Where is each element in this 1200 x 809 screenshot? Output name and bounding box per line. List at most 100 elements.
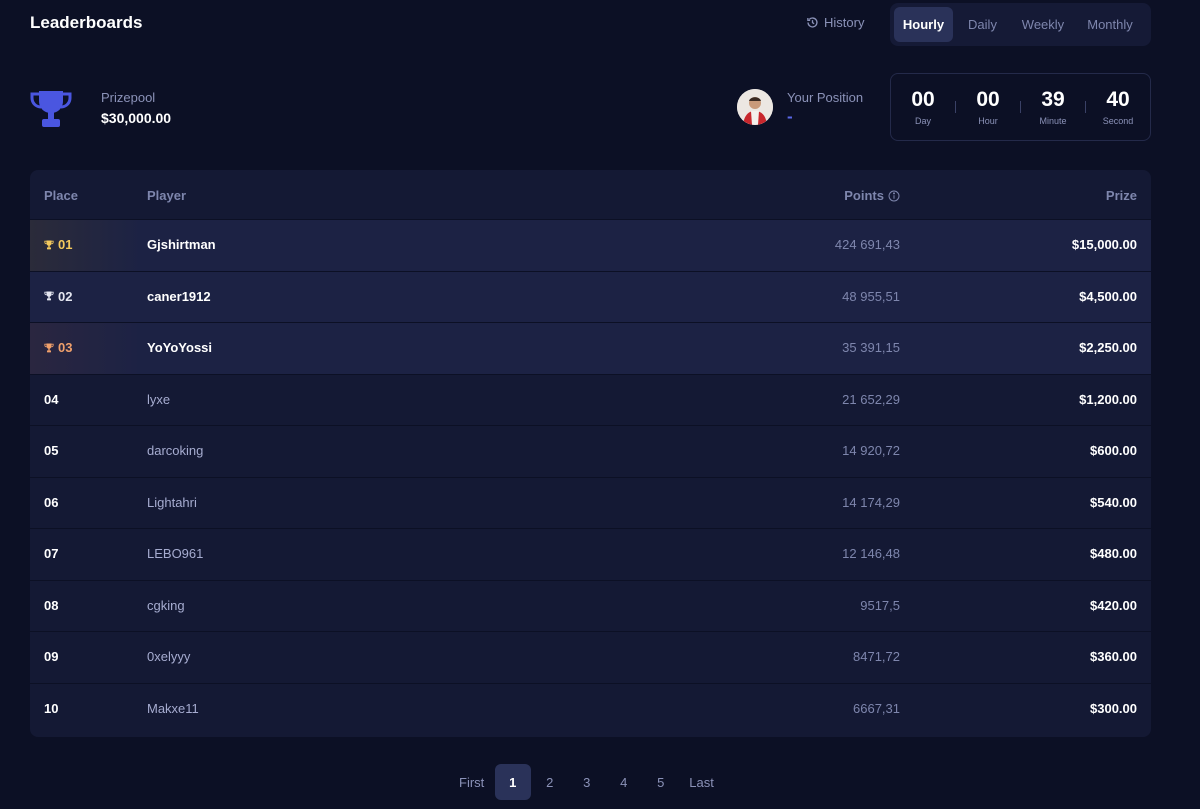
tab-hourly[interactable]: Hourly <box>894 7 953 42</box>
page-4-button[interactable]: 4 <box>606 764 642 800</box>
row-prize: $600.00 <box>1090 443 1137 458</box>
row-points: 14 920,72 <box>842 443 900 458</box>
row-prize: $2,250.00 <box>1079 340 1137 355</box>
row-place: 02 <box>44 289 72 304</box>
page-first-button[interactable]: First <box>449 764 494 800</box>
table-header: Place Player Points Prize <box>30 170 1151 220</box>
table-row[interactable]: 06 Lightahri 14 174,29 $540.00 <box>30 478 1151 529</box>
row-place: 01 <box>44 237 72 252</box>
row-player[interactable]: Gjshirtman <box>147 237 216 252</box>
table-row[interactable]: 07 LEBO961 12 146,48 $480.00 <box>30 529 1151 581</box>
row-player[interactable]: YoYoYossi <box>147 340 212 355</box>
row-place: 10 <box>44 701 58 716</box>
row-place: 07 <box>44 546 58 561</box>
avatar-image <box>737 89 773 125</box>
page-5-button[interactable]: 5 <box>643 764 679 800</box>
countdown-hour: 00 Hour <box>956 74 1020 126</box>
tab-monthly[interactable]: Monthly <box>1074 7 1146 42</box>
row-place-value: 10 <box>44 700 59 716</box>
row-prize: $540.00 <box>1090 494 1137 510</box>
row-points: 9517,5 <box>860 597 900 613</box>
row-place-value: 03 <box>58 340 73 355</box>
your-position-label: Your Position <box>787 90 864 105</box>
row-player[interactable]: cgking <box>147 598 185 613</box>
row-player[interactable]: Makxe11 <box>147 701 199 716</box>
tab-daily[interactable]: Daily <box>953 7 1012 42</box>
countdown-second: 40 Second <box>1086 74 1150 126</box>
table-row[interactable]: 10 Makxe11 6667,31 $300.00 <box>30 684 1151 736</box>
row-prize: $420.00 <box>1090 597 1137 613</box>
row-place: 04 <box>44 392 58 407</box>
countdown-minute-label: Minute <box>1039 116 1067 126</box>
table-row[interactable]: 03 YoYoYossi 35 391,15 $2,250.00 <box>30 323 1151 375</box>
header-prize: Prize <box>1105 188 1137 203</box>
row-place: 09 <box>44 649 58 664</box>
page-title: Leaderboards <box>30 13 143 32</box>
row-prize: $4,500.00 <box>1079 288 1137 304</box>
row-points: 424 691,43 <box>834 237 900 252</box>
your-position-value: - <box>787 107 793 126</box>
history-label: History <box>824 15 865 30</box>
countdown-minute: 39 Minute <box>1021 74 1085 126</box>
page-1-button[interactable]: 1 <box>494 764 531 800</box>
period-tabs: Hourly Daily Weekly Monthly <box>890 3 1151 46</box>
trophy-icon <box>44 343 54 352</box>
clock-history-icon <box>807 17 818 28</box>
row-place: 05 <box>44 443 58 458</box>
row-player[interactable]: darcoking <box>147 443 203 458</box>
header-points-label: Points <box>844 188 884 203</box>
history-button[interactable]: History <box>806 15 864 30</box>
row-place-value: 02 <box>58 288 73 304</box>
header-place: Place <box>44 188 78 203</box>
prizepool-label: Prizepool <box>101 90 156 105</box>
countdown-day-value: 00 <box>911 88 935 111</box>
countdown-hour-value: 00 <box>976 88 1000 111</box>
row-place-value: 08 <box>44 597 59 613</box>
row-place-value: 06 <box>44 494 59 510</box>
row-prize: $1,200.00 <box>1079 391 1137 407</box>
row-place-value: 04 <box>44 391 59 407</box>
row-place: 03 <box>44 340 72 355</box>
row-player[interactable]: caner1912 <box>147 289 211 304</box>
table-row[interactable]: 05 darcoking 14 920,72 $600.00 <box>30 426 1151 478</box>
leaderboards-page: Leaderboards History Hourly Daily Weekly… <box>0 0 1200 809</box>
tab-weekly[interactable]: Weekly <box>1012 7 1074 42</box>
row-points: 14 174,29 <box>842 494 900 510</box>
countdown-hour-label: Hour <box>978 116 998 126</box>
row-prize: $15,000.00 <box>1071 237 1137 252</box>
row-points: 6667,31 <box>853 700 900 716</box>
trophy-icon <box>44 291 54 301</box>
row-points: 12 146,48 <box>842 546 900 561</box>
row-prize: $480.00 <box>1090 546 1137 561</box>
table-row[interactable]: 02 caner1912 48 955,51 $4,500.00 <box>30 271 1151 323</box>
trophy-icon <box>30 91 72 127</box>
table-row[interactable]: 01 Gjshirtman 424 691,43 $15,000.00 <box>30 220 1151 272</box>
row-place-value: 05 <box>44 443 59 458</box>
row-points: 48 955,51 <box>842 288 900 304</box>
row-points: 21 652,29 <box>842 391 900 407</box>
prizepool-value: $30,000.00 <box>101 110 172 126</box>
info-icon[interactable] <box>888 190 900 202</box>
row-place: 08 <box>44 598 58 613</box>
countdown-minute-value: 39 <box>1041 88 1065 111</box>
table-row[interactable]: 08 cgking 9517,5 $420.00 <box>30 581 1151 632</box>
row-place-value: 09 <box>44 649 59 664</box>
countdown-second-value: 40 <box>1106 88 1130 111</box>
table-row[interactable]: 09 0xelyyy 8471,72 $360.00 <box>30 632 1151 684</box>
row-player[interactable]: Lightahri <box>147 495 197 510</box>
row-place-value: 01 <box>58 237 73 252</box>
table-body: 01 Gjshirtman 424 691,43 $15,000.00 02 caner1… <box>30 220 1151 735</box>
row-points: 35 391,15 <box>842 340 900 355</box>
row-place-value: 07 <box>44 546 59 561</box>
row-player[interactable]: 0xelyyy <box>147 649 190 664</box>
page-2-button[interactable]: 2 <box>532 764 568 800</box>
page-last-button[interactable]: Last <box>679 764 724 800</box>
table-row[interactable]: 04 lyxe 21 652,29 $1,200.00 <box>30 375 1151 426</box>
row-player[interactable]: LEBO961 <box>147 546 203 561</box>
countdown-timer: 00 Day 00 Hour 39 Minute 40 Second <box>890 73 1151 141</box>
row-points: 8471,72 <box>853 649 900 664</box>
page-3-button[interactable]: 3 <box>569 764 605 800</box>
row-player[interactable]: lyxe <box>147 392 170 407</box>
row-prize: $360.00 <box>1090 649 1137 664</box>
countdown-day-label: Day <box>914 116 931 126</box>
